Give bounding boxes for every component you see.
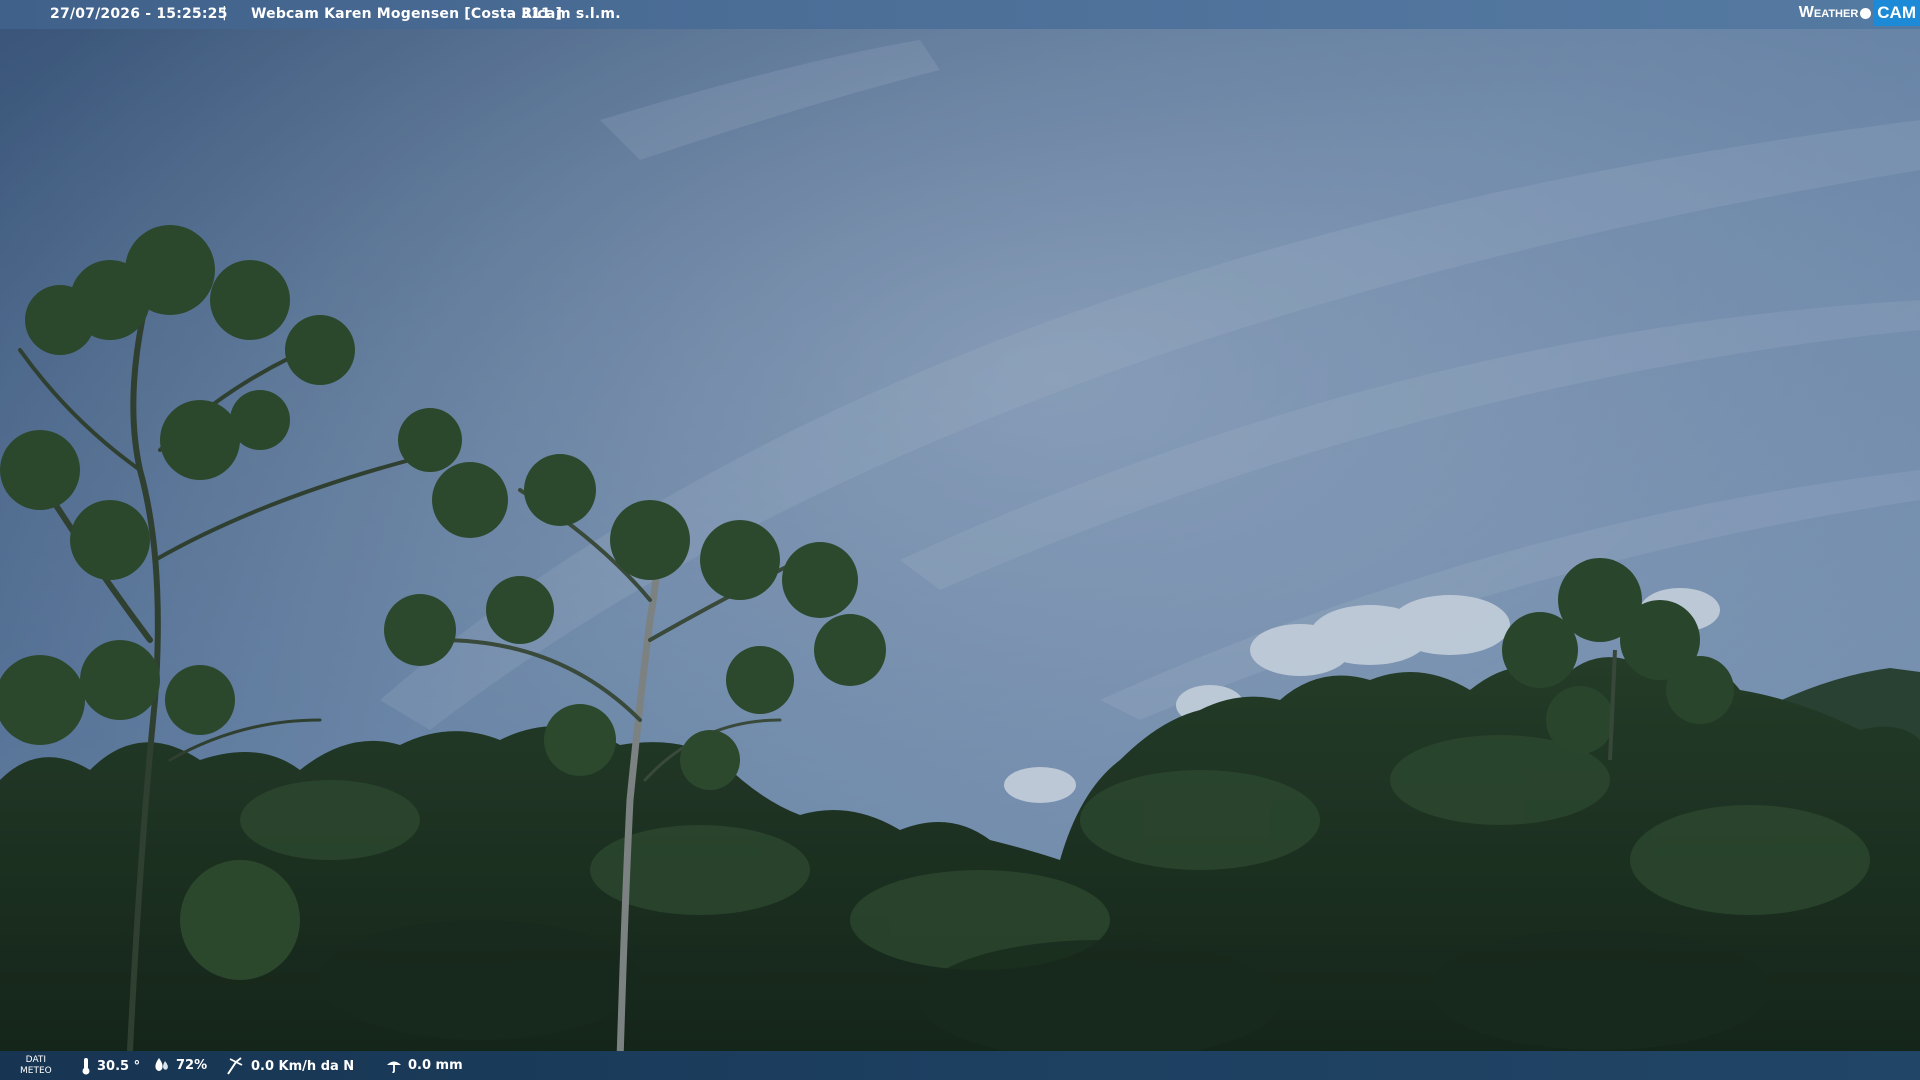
weather-data-bar: DATI METEO 30.5 ° 72% 0.0 Km/h da N 0.0 … xyxy=(0,1051,1920,1080)
dati-label-line2: METEO xyxy=(20,1066,52,1076)
header-separator: | xyxy=(222,5,227,21)
header-bar: 27/07/2026 - 15:25:25 | Webcam Karen Mog… xyxy=(0,0,1920,29)
humidity-reading: 72% xyxy=(153,1057,207,1073)
humidity-drop-icon xyxy=(155,1058,168,1071)
rain-gauge-icon xyxy=(387,1061,401,1073)
logo-cam-text: CAM xyxy=(1873,0,1920,26)
temperature-reading: 30.5 ° xyxy=(80,1057,140,1075)
webcam-viewer: 27/07/2026 - 15:25:25 | Webcam Karen Mog… xyxy=(0,0,1920,1080)
globe-icon xyxy=(1860,7,1872,19)
logo-weather-text: Weather xyxy=(1798,4,1859,21)
weathercam-logo[interactable]: Weather CAM xyxy=(1799,0,1920,26)
dati-meteo-label: DATI METEO xyxy=(20,1055,52,1077)
rain-value: 0.0 mm xyxy=(408,1057,463,1073)
dati-label-line1: DATI xyxy=(25,1055,47,1065)
timestamp: 27/07/2026 - 15:25:25 xyxy=(50,6,228,22)
altitude-label: - 311 m s.l.m. xyxy=(510,6,621,22)
temperature-value: 30.5 ° xyxy=(97,1058,141,1074)
webcam-image xyxy=(0,0,1920,1080)
humidity-value: 72% xyxy=(176,1057,208,1073)
wind-icon xyxy=(227,1057,243,1075)
thermometer-icon xyxy=(82,1058,90,1075)
rain-reading: 0.0 mm xyxy=(385,1057,463,1073)
wind-value: 0.0 Km/h da N xyxy=(251,1058,355,1074)
wind-reading: 0.0 Km/h da N xyxy=(226,1057,354,1075)
